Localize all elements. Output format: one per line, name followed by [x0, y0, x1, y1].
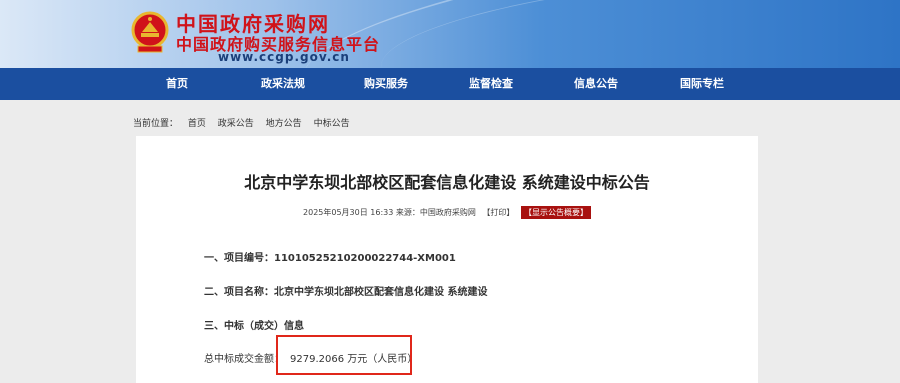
breadcrumb-item-local[interactable]: 地方公告 [266, 119, 302, 129]
breadcrumb-item-home[interactable]: 首页 [188, 119, 206, 129]
breadcrumb-prefix: 当前位置： [133, 119, 179, 129]
section-project-number: 一、项目编号：11010525210200022744-XM001 [204, 249, 456, 264]
award-info-heading: 三、中标（成交）信息 [204, 321, 304, 332]
project-name-label: 二、项目名称： [204, 287, 274, 298]
nav-item-services[interactable]: 购买服务 [346, 68, 426, 100]
nav-item-announcements[interactable]: 信息公告 [556, 68, 636, 100]
amount-highlight-box [276, 335, 412, 375]
nav-item-home[interactable]: 首页 [137, 68, 217, 100]
project-name-value: 北京中学东坝北部校区配套信息化建设 系统建设 [274, 287, 488, 298]
nav-item-international[interactable]: 国际专栏 [662, 68, 742, 100]
nav-item-regulations[interactable]: 政采法规 [243, 68, 323, 100]
section-award-info: 三、中标（成交）信息 [204, 317, 304, 332]
breadcrumb-item-procurement[interactable]: 政采公告 [218, 119, 254, 129]
nav-item-supervision[interactable]: 监督检查 [451, 68, 531, 100]
section-project-name: 二、项目名称：北京中学东坝北部校区配套信息化建设 系统建设 [204, 283, 487, 298]
total-amount-label: 总中标成交金额： [204, 354, 284, 365]
article-title: 北京中学东坝北部校区配套信息化建设 系统建设中标公告 [244, 173, 650, 192]
article-date-source: 2025年05月30日 16:33 来源：中国政府采购网 [303, 208, 476, 217]
national-emblem-icon [131, 11, 169, 53]
logo-url: www.ccgp.gov.cn [218, 50, 350, 64]
show-summary-button[interactable]: 【显示公告概要】 [520, 206, 591, 219]
main-nav: 首页 政采法规 购买服务 监督检查 信息公告 国际专栏 [0, 68, 900, 100]
project-number-label: 一、项目编号： [204, 253, 274, 264]
site-banner: 中国政府采购网 中国政府购买服务信息平台 www.ccgp.gov.cn [0, 0, 900, 68]
article-meta: 2025年05月30日 16:33 来源：中国政府采购网 【打印】 【显示公告概… [136, 206, 758, 219]
print-link[interactable]: 【打印】 [482, 208, 514, 217]
breadcrumb-item-award[interactable]: 中标公告 [314, 119, 350, 129]
breadcrumb: 当前位置： 首页 政采公告 地方公告 中标公告 [133, 116, 359, 129]
article-panel: 北京中学东坝北部校区配套信息化建设 系统建设中标公告 2025年05月30日 1… [136, 136, 758, 383]
project-number-value: 11010525210200022744-XM001 [274, 253, 456, 264]
